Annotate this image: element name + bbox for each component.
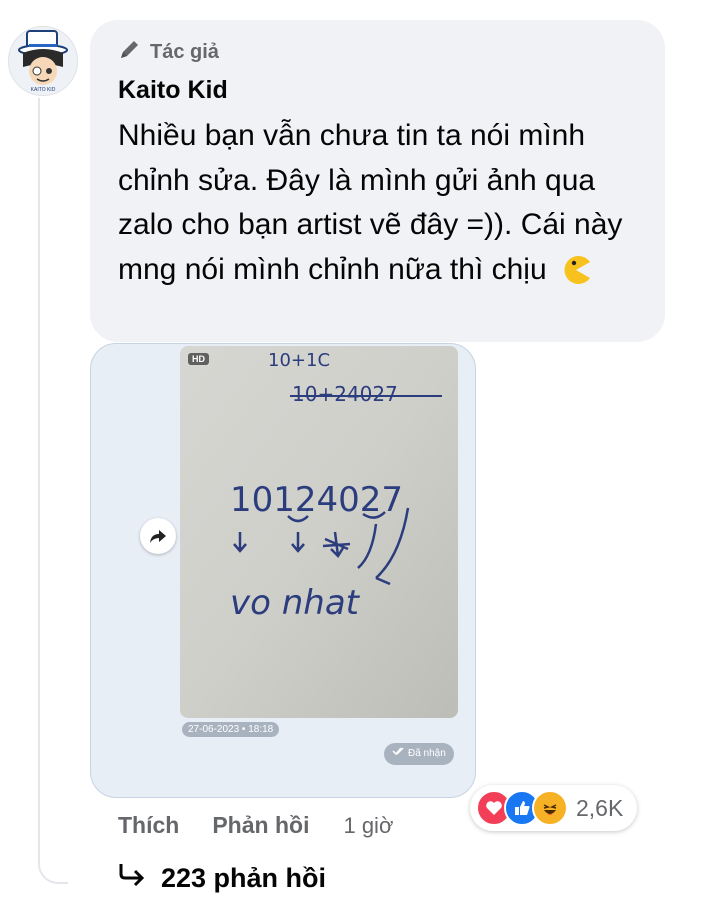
- reply-thread-line: [38, 98, 68, 884]
- pen-icon: [118, 37, 142, 67]
- svg-text:KAITO KID: KAITO KID: [31, 87, 56, 93]
- comment-body: Nhiều bạn vẫn chưa tin ta nói mình chỉnh…: [118, 119, 623, 286]
- author-badge: Tác giả: [118, 39, 219, 65]
- delivery-status: Đã nhận: [384, 743, 454, 765]
- author-avatar[interactable]: KAITO KID: [8, 26, 78, 96]
- comment-actions: Thích Phản hồi 1 giờ: [118, 812, 393, 839]
- handwritten-note-photo[interactable]: 10+1C 10+24027 10124027 vo nhat: [180, 346, 458, 718]
- comment-text: Nhiều bạn vẫn chưa tin ta nói mình chỉnh…: [118, 114, 648, 298]
- reactions-summary[interactable]: 2,6K: [470, 785, 638, 831]
- delivery-status-label: Đã nhận: [408, 748, 446, 759]
- note-line-2: 10+24027: [292, 382, 398, 406]
- replies-count-label: 223 phản hồi: [161, 863, 327, 893]
- badge-label: Tác giả: [150, 40, 219, 63]
- note-line-4: vo nhat: [230, 583, 361, 623]
- haha-reaction-icon: [532, 790, 568, 826]
- kaito-kid-avatar-image: KAITO KID: [9, 27, 77, 95]
- comment-timestamp[interactable]: 1 giờ: [343, 813, 393, 839]
- pacman-emoji-icon: [561, 254, 591, 299]
- reply-arrow-icon: [117, 862, 147, 895]
- author-name[interactable]: Kaito Kid: [118, 76, 228, 105]
- double-check-icon: [392, 743, 404, 765]
- note-line-3: 10124027: [230, 480, 403, 520]
- note-line-1: 10+1C: [268, 350, 330, 371]
- reply-button[interactable]: Phản hồi: [212, 812, 309, 839]
- reaction-count: 2,6K: [576, 794, 624, 821]
- hd-badge: HD: [188, 353, 209, 365]
- like-button[interactable]: Thích: [118, 812, 179, 839]
- photo-timestamp: 27-06-2023 • 18:18: [182, 722, 280, 737]
- view-replies-link[interactable]: 223 phản hồi: [117, 862, 326, 895]
- share-arrow-icon[interactable]: [140, 518, 176, 554]
